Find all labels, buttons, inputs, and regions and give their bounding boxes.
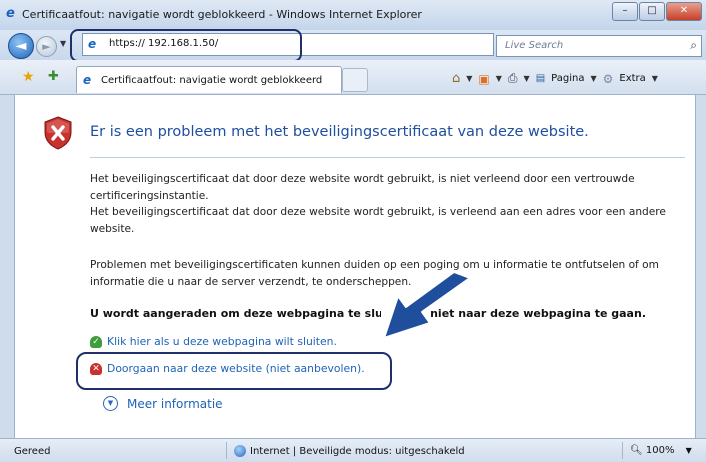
search-input[interactable]: Live Search — [505, 40, 563, 51]
zoom-control[interactable]: 🔍︎ 100% ▼ — [630, 445, 692, 456]
favorites-star-icon[interactable]: ★ — [22, 69, 35, 85]
minimize-button[interactable]: – — [612, 2, 638, 21]
warning-shield-icon — [44, 116, 72, 150]
callout-arrow-icon — [383, 271, 471, 339]
page-icon-menu: ▤ — [535, 73, 546, 84]
window-title: Certificaatfout: navigatie wordt geblokk… — [22, 8, 422, 21]
certificate-explanation: Het beveiligingscertificaat dat door dez… — [90, 171, 684, 237]
explanation-line-2: Het beveiligingscertificaat dat door dez… — [90, 206, 666, 235]
command-toolbar: ⌂ ▼ ▣ ▼ ⎙ ▼ ▤ Pagina ▼ ⚙ Extra ▼ — [452, 71, 664, 86]
window-controls: – □ ✕ — [611, 2, 702, 21]
status-bar: Gereed Internet | Beveiligde modus: uitg… — [0, 438, 706, 462]
history-dropdown-icon[interactable]: ▼ — [60, 39, 66, 48]
gear-icon: ⚙ — [602, 71, 614, 86]
address-highlight — [70, 29, 302, 62]
security-zone-label: Internet | Beveiligde modus: uitgeschake… — [250, 445, 465, 457]
close-button[interactable]: ✕ — [666, 2, 702, 21]
page-menu[interactable]: Pagina — [551, 73, 584, 84]
page-title: Er is een probleem met het beveiligingsc… — [90, 124, 589, 140]
maximize-button[interactable]: □ — [639, 2, 665, 21]
command-bar: ★ ✚ e Certificaatfout: navigatie wordt g… — [0, 60, 706, 95]
page-dropdown-icon[interactable]: ▼ — [590, 74, 596, 83]
home-dropdown-icon[interactable]: ▼ — [466, 74, 472, 83]
zoom-level: 100% — [645, 445, 675, 456]
zoom-icon: 🔍︎ — [630, 445, 643, 456]
tab-current[interactable]: e Certificaatfout: navigatie wordt geblo… — [76, 66, 342, 93]
search-box[interactable]: Live Search ⌕ — [496, 35, 702, 57]
explanation-line-1: Het beveiligingscertificaat dat door dez… — [90, 173, 635, 202]
new-tab-button[interactable] — [342, 68, 368, 92]
forward-button[interactable]: ► — [36, 36, 57, 57]
close-page-link[interactable]: ✓ Klik hier als u deze webpagina wilt sl… — [90, 335, 337, 348]
shield-check-icon: ✓ — [90, 335, 102, 348]
extra-menu[interactable]: Extra — [619, 73, 645, 84]
add-favorites-icon[interactable]: ✚ — [48, 69, 59, 84]
continue-highlight — [76, 352, 392, 390]
expand-chevron-icon[interactable]: ▼ — [103, 396, 118, 411]
ie-logo-icon: e — [6, 6, 15, 21]
title-bar: e Certificaatfout: navigatie wordt geblo… — [0, 0, 706, 30]
search-icon[interactable]: ⌕ — [690, 38, 697, 53]
print-icon[interactable]: ⎙ — [508, 71, 518, 86]
zoom-dropdown-icon[interactable]: ▼ — [686, 446, 692, 455]
extra-dropdown-icon[interactable]: ▼ — [652, 74, 658, 83]
home-icon[interactable]: ⌂ — [452, 71, 460, 86]
globe-icon — [234, 445, 246, 457]
more-info-link[interactable]: ▼ Meer informatie — [90, 396, 223, 411]
status-text: Gereed — [14, 446, 51, 457]
tab-page-icon: e — [83, 73, 92, 87]
recommendation-text: U wordt aangeraden om deze webpagina te … — [90, 307, 646, 320]
more-info-label[interactable]: Meer informatie — [127, 397, 223, 411]
feeds-dropdown-icon[interactable]: ▼ — [496, 74, 502, 83]
feeds-icon[interactable]: ▣ — [478, 72, 489, 86]
close-page-link-label[interactable]: Klik hier als u deze webpagina wilt slui… — [107, 335, 337, 348]
divider — [90, 157, 685, 158]
back-button[interactable]: ◄ — [8, 33, 34, 59]
browser-window: e Certificaatfout: navigatie wordt geblo… — [0, 0, 706, 462]
status-divider — [226, 442, 227, 459]
tab-label: Certificaatfout: navigatie wordt geblokk… — [101, 75, 323, 86]
print-dropdown-icon[interactable]: ▼ — [524, 74, 530, 83]
security-zone[interactable]: Internet | Beveiligde modus: uitgeschake… — [234, 445, 465, 457]
status-divider — [622, 442, 623, 459]
